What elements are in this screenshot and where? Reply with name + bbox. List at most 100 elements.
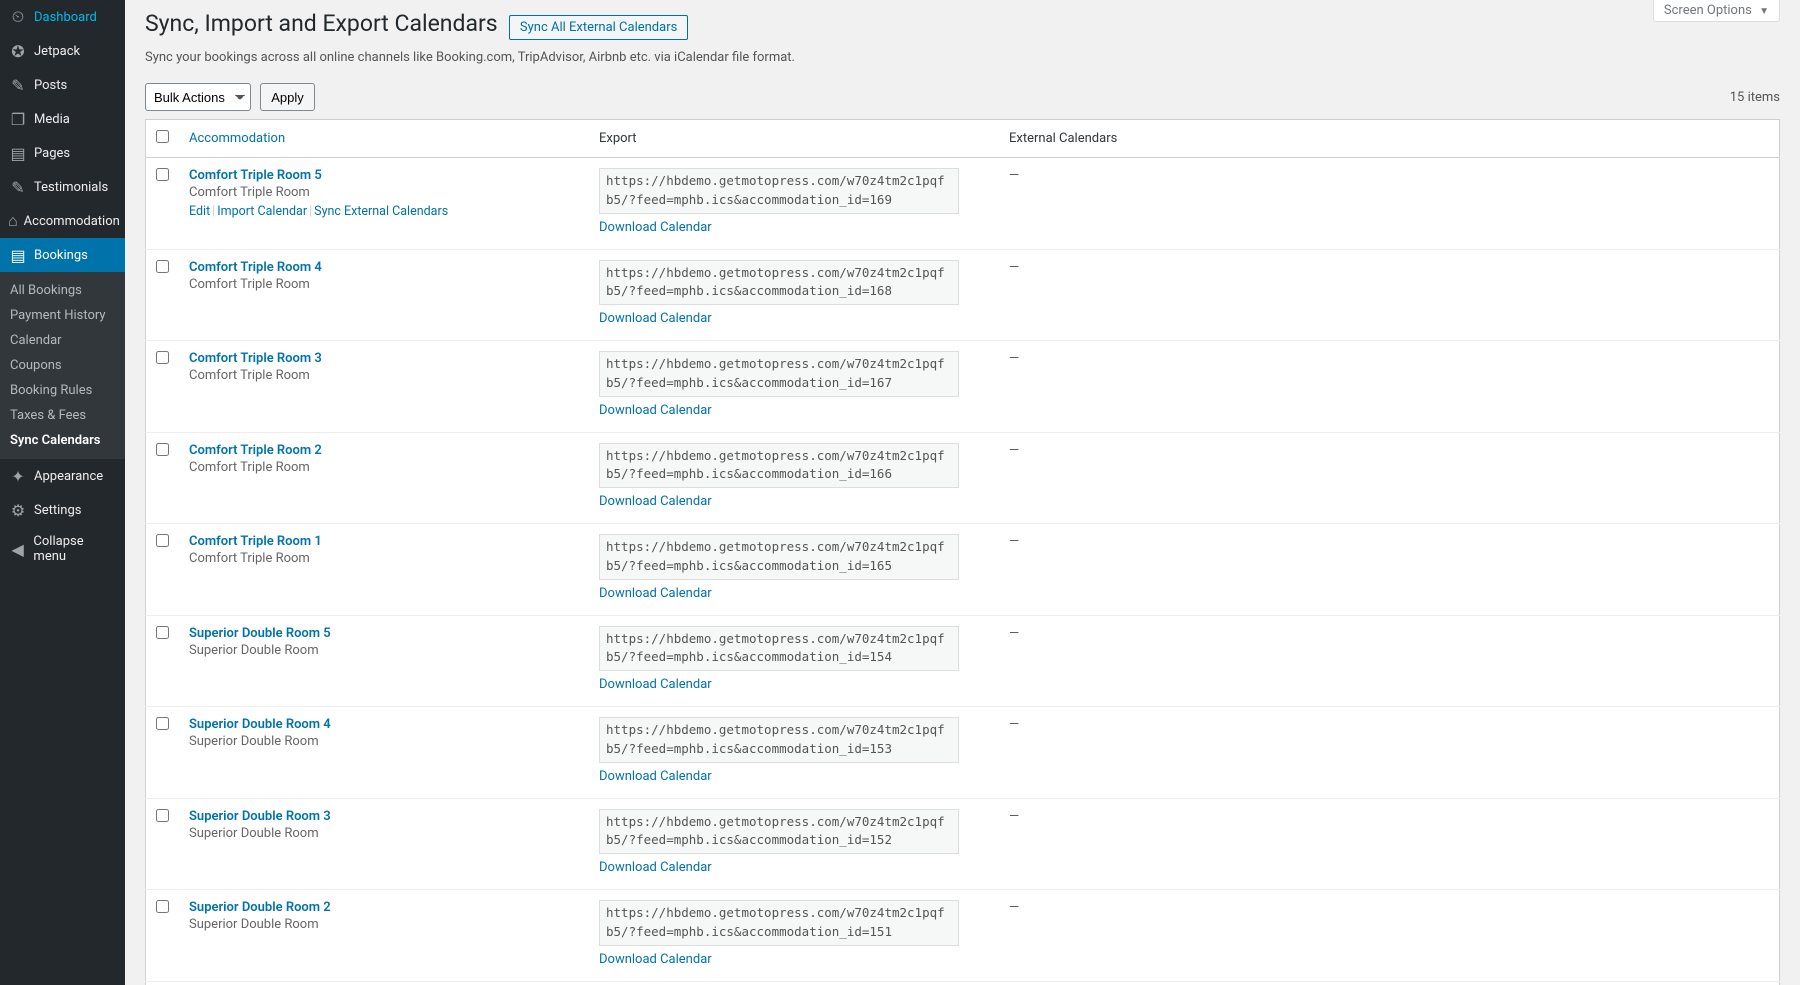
accommodation-title[interactable]: Superior Double Room 3 [189,809,579,824]
appearance-icon: ✦ [8,466,28,486]
bulk-actions-select[interactable]: Bulk Actions [145,83,251,111]
accommodation-title[interactable]: Comfort Triple Room 4 [189,260,579,275]
edit-link[interactable]: Edit [189,204,210,219]
download-calendar-link[interactable]: Download Calendar [599,494,712,509]
submenu-item-all-bookings[interactable]: All Bookings [0,278,125,303]
submenu-item-payment-history[interactable]: Payment History [0,303,125,328]
download-calendar-link[interactable]: Download Calendar [599,311,712,326]
row-checkbox[interactable] [156,168,169,181]
row-checkbox[interactable] [156,626,169,639]
menu-item-bookings[interactable]: ▤ Bookings [0,238,125,272]
download-calendar-link[interactable]: Download Calendar [599,403,712,418]
col-export: Export [589,120,999,158]
col-accommodation[interactable]: Accommodation [189,131,285,146]
import-calendar-link[interactable]: Import Calendar [217,204,307,219]
menu-label: Appearance [34,469,103,484]
row-checkbox[interactable] [156,717,169,730]
screen-options-toggle[interactable]: Screen Options ▼ [1653,0,1780,22]
submenu-item-booking-rules[interactable]: Booking Rules [0,378,125,403]
row-checkbox[interactable] [156,351,169,364]
row-checkbox[interactable] [156,809,169,822]
row-checkbox[interactable] [156,443,169,456]
media-icon: ❐ [8,109,28,129]
accommodation-title[interactable]: Comfort Triple Room 2 [189,443,579,458]
menu-label: Posts [34,78,67,93]
menu-item-media[interactable]: ❐ Media [0,102,125,136]
sync-all-button[interactable]: Sync All External Calendars [509,15,688,40]
table-row: Superior Double Room 3 Superior Double Ro… [146,798,1780,890]
menu-label: Bookings [34,248,88,263]
accommodation-type: Superior Double Room [189,734,579,749]
accommodation-title[interactable]: Comfort Triple Room 3 [189,351,579,366]
table-row: Superior Double Room 2 Superior Double Ro… [146,890,1780,982]
accommodation-title[interactable]: Superior Double Room 2 [189,900,579,915]
download-calendar-link[interactable]: Download Calendar [599,220,712,235]
menu-item-jetpack[interactable]: ✪Jetpack [0,34,125,68]
accommodation-type: Superior Double Room [189,826,579,841]
download-calendar-link[interactable]: Download Calendar [599,677,712,692]
sync-external-link[interactable]: Sync External Calendars [314,204,448,219]
dashboard-icon: ⏲ [8,7,28,27]
bookings-icon: ▤ [8,245,28,265]
menu-item-dashboard[interactable]: ⏲ Dashboard [0,0,125,34]
table-row: Comfort Triple Room 3Comfort Triple Room… [146,341,1780,433]
accommodation-title[interactable]: Comfort Triple Room 5 [189,168,579,183]
export-url[interactable]: https://hbdemo.getmotopress.com/w70z4tm2… [599,351,959,397]
accommodation-title[interactable]: Comfort Triple Room 1 [189,534,579,549]
row-checkbox[interactable] [156,260,169,273]
download-calendar-link[interactable]: Download Calendar [599,860,712,875]
menu-item-testimonials[interactable]: ✎Testimonials [0,170,125,204]
menu-label: Media [34,112,70,127]
accommodation-icon: ⌂ [8,211,18,231]
external-calendars-value: — [1009,168,1019,183]
export-url[interactable]: https://hbdemo.getmotopress.com/w70z4tm2… [599,260,959,306]
menu-item-appearance[interactable]: ✦ Appearance [0,459,125,493]
accommodation-type: Comfort Triple Room [189,185,579,200]
export-url[interactable]: https://hbdemo.getmotopress.com/w70z4tm2… [599,626,959,672]
export-url[interactable]: https://hbdemo.getmotopress.com/w70z4tm2… [599,443,959,489]
export-url[interactable]: https://hbdemo.getmotopress.com/w70z4tm2… [599,534,959,580]
table-row: Comfort Triple Room 2Comfort Triple Room… [146,432,1780,524]
export-url[interactable]: https://hbdemo.getmotopress.com/w70z4tm2… [599,168,959,214]
col-external: External Calendars [999,120,1780,158]
menu-item-posts[interactable]: ✎Posts [0,68,125,102]
page-title: Sync, Import and Export Calendars [145,10,498,37]
select-all-checkbox[interactable] [156,130,169,143]
table-row: Superior Double Room 4 Superior Double Ro… [146,707,1780,799]
download-calendar-link[interactable]: Download Calendar [599,769,712,784]
export-url[interactable]: https://hbdemo.getmotopress.com/w70z4tm2… [599,717,959,763]
menu-item-settings[interactable]: ⚙ Settings [0,493,125,527]
testimonials-icon: ✎ [8,177,28,197]
download-calendar-link[interactable]: Download Calendar [599,952,712,967]
export-url[interactable]: https://hbdemo.getmotopress.com/w70z4tm2… [599,809,959,855]
accommodation-type: Superior Double Room [189,917,579,932]
accommodation-type: Comfort Triple Room [189,277,579,292]
chevron-down-icon: ▼ [1759,6,1769,17]
submenu-item-taxes-fees[interactable]: Taxes & Fees [0,403,125,428]
menu-item-pages[interactable]: ▤Pages [0,136,125,170]
jetpack-icon: ✪ [8,41,28,61]
accommodation-type: Superior Double Room [189,643,579,658]
external-calendars-value: — [1009,351,1019,366]
row-checkbox[interactable] [156,534,169,547]
apply-button[interactable]: Apply [260,83,315,111]
accommodation-title[interactable]: Superior Double Room 4 [189,717,579,732]
accommodation-title[interactable]: Superior Double Room 5 [189,626,579,641]
settings-icon: ⚙ [8,500,28,520]
menu-label: Dashboard [34,10,97,25]
submenu-item-calendar[interactable]: Calendar [0,328,125,353]
menu-item-accommodation[interactable]: ⌂ Accommodation [0,204,125,238]
download-calendar-link[interactable]: Download Calendar [599,586,712,601]
external-calendars-value: — [1009,626,1019,641]
table-row: Comfort Triple Room 4 Comfort Triple Room… [146,249,1780,341]
submenu-item-coupons[interactable]: Coupons [0,353,125,378]
external-calendars-value: — [1009,260,1019,275]
export-url[interactable]: https://hbdemo.getmotopress.com/w70z4tm2… [599,900,959,946]
menu-label: Accommodation [24,214,120,229]
row-actions: Edit|Import Calendar|Sync External Calen… [189,204,579,219]
table-row: Superior Double Room 1Superior Double Ro… [146,981,1780,985]
menu-label: Settings [34,503,81,518]
menu-item-collapse-menu[interactable]: ◀Collapse menu [0,527,125,571]
row-checkbox[interactable] [156,900,169,913]
submenu-item-sync-calendars[interactable]: Sync Calendars [0,428,125,453]
